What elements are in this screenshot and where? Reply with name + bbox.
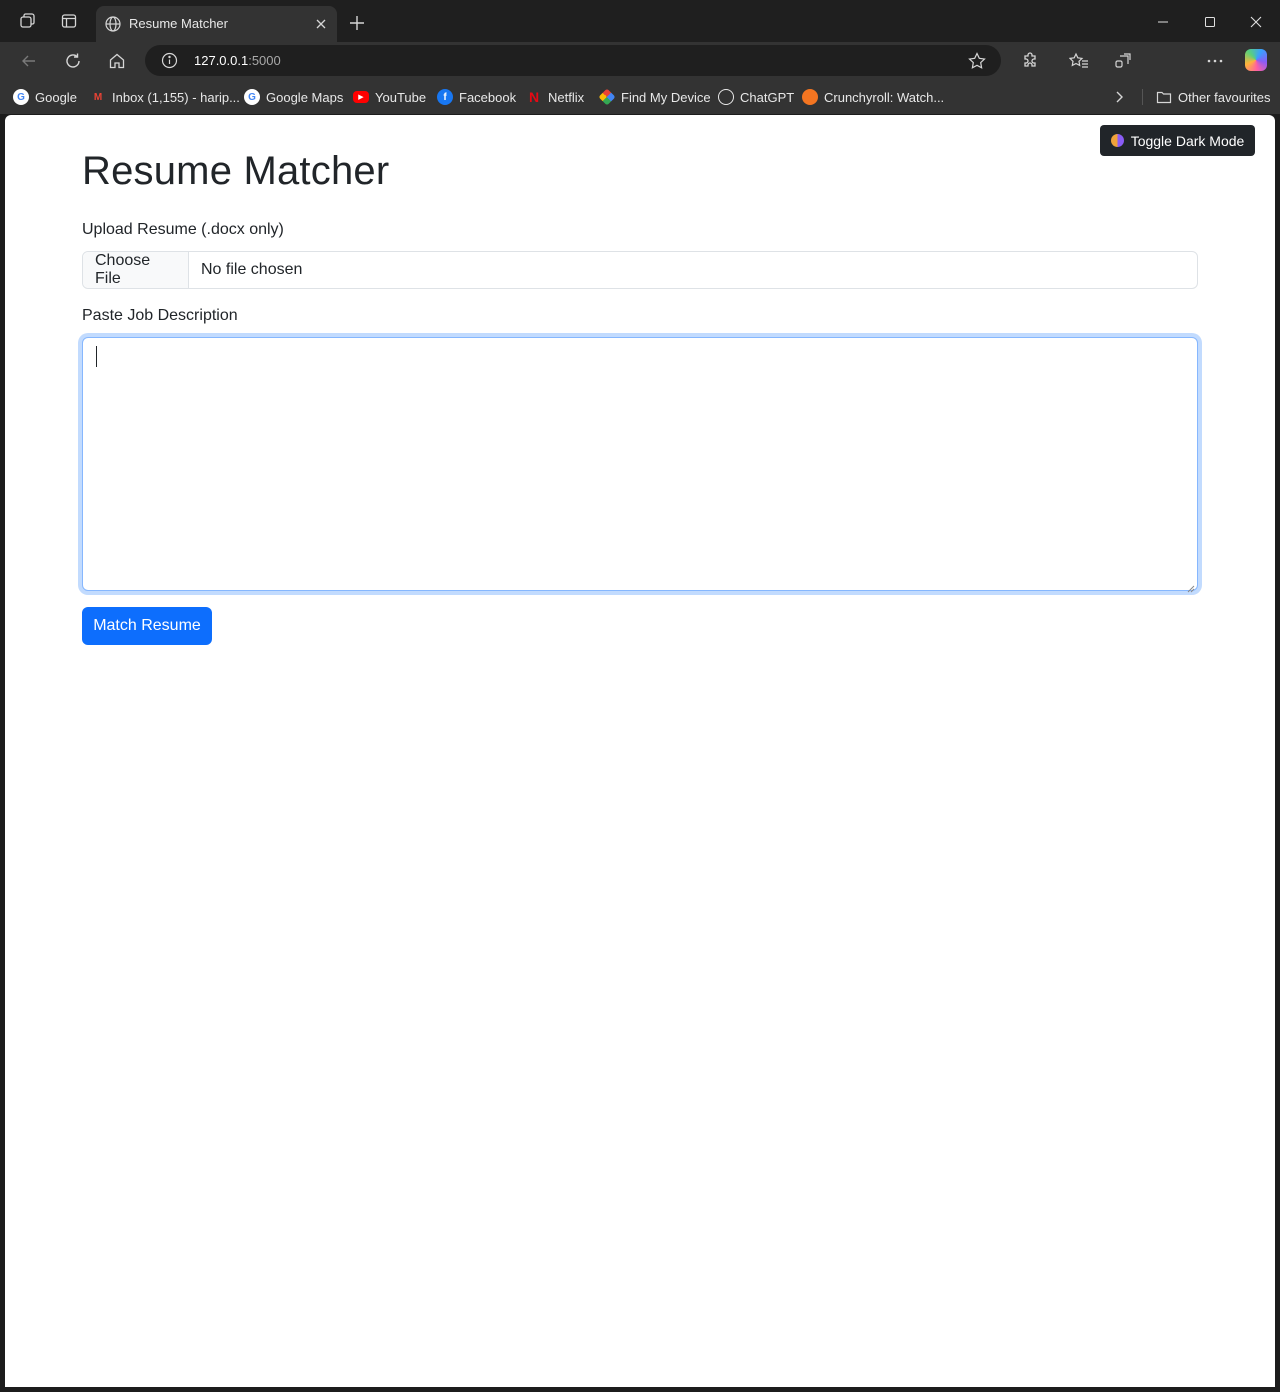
url-text: 127.0.0.1:5000 — [194, 53, 281, 68]
crunchyroll-icon — [802, 89, 818, 105]
collections-icon[interactable] — [1111, 49, 1135, 73]
close-window-icon[interactable] — [1244, 10, 1268, 34]
refresh-icon[interactable] — [61, 49, 85, 73]
bookmark-label: YouTube — [375, 89, 427, 105]
job-description-textarea[interactable] — [82, 337, 1198, 593]
bookmark-label: Netflix — [548, 89, 585, 105]
page-viewport: Toggle Dark Mode Resume Matcher Upload R… — [5, 115, 1275, 1387]
extensions-icon[interactable] — [1018, 49, 1042, 73]
copilot-icon[interactable] — [1245, 49, 1267, 71]
bookmark-label: Inbox (1,155) - harip... — [112, 89, 240, 105]
bookmark-label: Google Maps — [266, 89, 344, 105]
file-status-text: No file chosen — [201, 261, 303, 278]
gmail-icon: M — [93, 91, 103, 103]
favorites-icon[interactable] — [1067, 49, 1091, 73]
bookmark-label: Crunchyroll: Watch... — [824, 89, 945, 105]
bookmark-netflix[interactable]: N Netflix — [526, 87, 584, 107]
bookmark-gmail[interactable]: M Inbox (1,155) - harip... — [90, 87, 240, 107]
facebook-icon: f — [437, 89, 453, 105]
bookmark-facebook[interactable]: f Facebook — [437, 87, 516, 107]
url-host: 127.0.0.1 — [194, 53, 249, 68]
choose-file-button[interactable]: Choose File — [83, 252, 189, 288]
back-icon[interactable] — [17, 49, 41, 73]
toggle-dark-mode-button[interactable]: Toggle Dark Mode — [1100, 125, 1255, 156]
theme-icon — [1110, 134, 1124, 147]
new-tab-icon[interactable] — [347, 13, 367, 33]
other-favourites[interactable]: Other favourites — [1156, 87, 1271, 107]
resize-handle-icon[interactable] — [1187, 580, 1195, 593]
netflix-icon: N — [528, 89, 540, 105]
bookmark-label: Find My Device — [621, 89, 711, 105]
bookmark-chatgpt[interactable]: ChatGPT — [718, 87, 794, 107]
page-title: Resume Matcher — [82, 149, 390, 193]
job-description-label: Paste Job Description — [82, 307, 238, 324]
home-icon[interactable] — [105, 49, 129, 73]
bookmark-label: ChatGPT — [740, 89, 795, 105]
bookmark-crunchyroll[interactable]: Crunchyroll: Watch... — [802, 87, 944, 107]
google-icon: G — [244, 89, 260, 105]
find-my-device-icon — [598, 88, 616, 106]
bookmark-label: Google — [35, 89, 77, 105]
tab-title: Resume Matcher — [129, 16, 228, 31]
toggle-dark-mode-label: Toggle Dark Mode — [1130, 132, 1245, 149]
more-options-icon[interactable] — [1203, 49, 1227, 73]
globe-icon — [104, 15, 122, 33]
other-favourites-label: Other favourites — [1178, 89, 1271, 105]
bookmark-label: Facebook — [459, 89, 517, 105]
bookmark-google-maps[interactable]: G Google Maps — [244, 87, 343, 107]
vertical-tabs-icon[interactable] — [59, 11, 79, 31]
browser-titlebar: Resume Matcher — [0, 0, 1280, 42]
bookmark-find-my-device[interactable]: Find My Device — [598, 87, 711, 107]
browser-toolbar: 127.0.0.1:5000 — [0, 42, 1280, 114]
chatgpt-icon — [718, 89, 734, 105]
bookmark-google[interactable]: G Google — [13, 87, 77, 107]
bookmark-youtube[interactable]: ▶ YouTube — [353, 87, 426, 107]
minimize-icon[interactable] — [1151, 10, 1175, 34]
workspaces-icon[interactable] — [17, 11, 37, 31]
resume-file-input[interactable]: Choose File No file chosen — [82, 251, 1198, 289]
upload-resume-label: Upload Resume (.docx only) — [82, 221, 284, 238]
bookmarks-divider — [1142, 89, 1143, 105]
url-port: :5000 — [248, 53, 281, 68]
maximize-icon[interactable] — [1198, 10, 1222, 34]
favorite-star-icon[interactable] — [967, 51, 987, 71]
match-resume-button[interactable]: Match Resume — [82, 607, 212, 645]
tab-resume-matcher[interactable]: Resume Matcher — [96, 6, 337, 42]
folder-icon — [1156, 89, 1172, 105]
close-tab-icon[interactable] — [313, 16, 329, 32]
google-icon: G — [13, 89, 29, 105]
text-caret — [96, 346, 97, 367]
address-bar[interactable]: 127.0.0.1:5000 — [145, 45, 1001, 76]
bookmarks-overflow-chevron-icon[interactable] — [1113, 87, 1125, 107]
bookmarks-bar: G Google M Inbox (1,155) - harip... G Go… — [0, 80, 1280, 114]
site-info-icon[interactable] — [161, 52, 178, 69]
youtube-icon: ▶ — [353, 91, 369, 103]
